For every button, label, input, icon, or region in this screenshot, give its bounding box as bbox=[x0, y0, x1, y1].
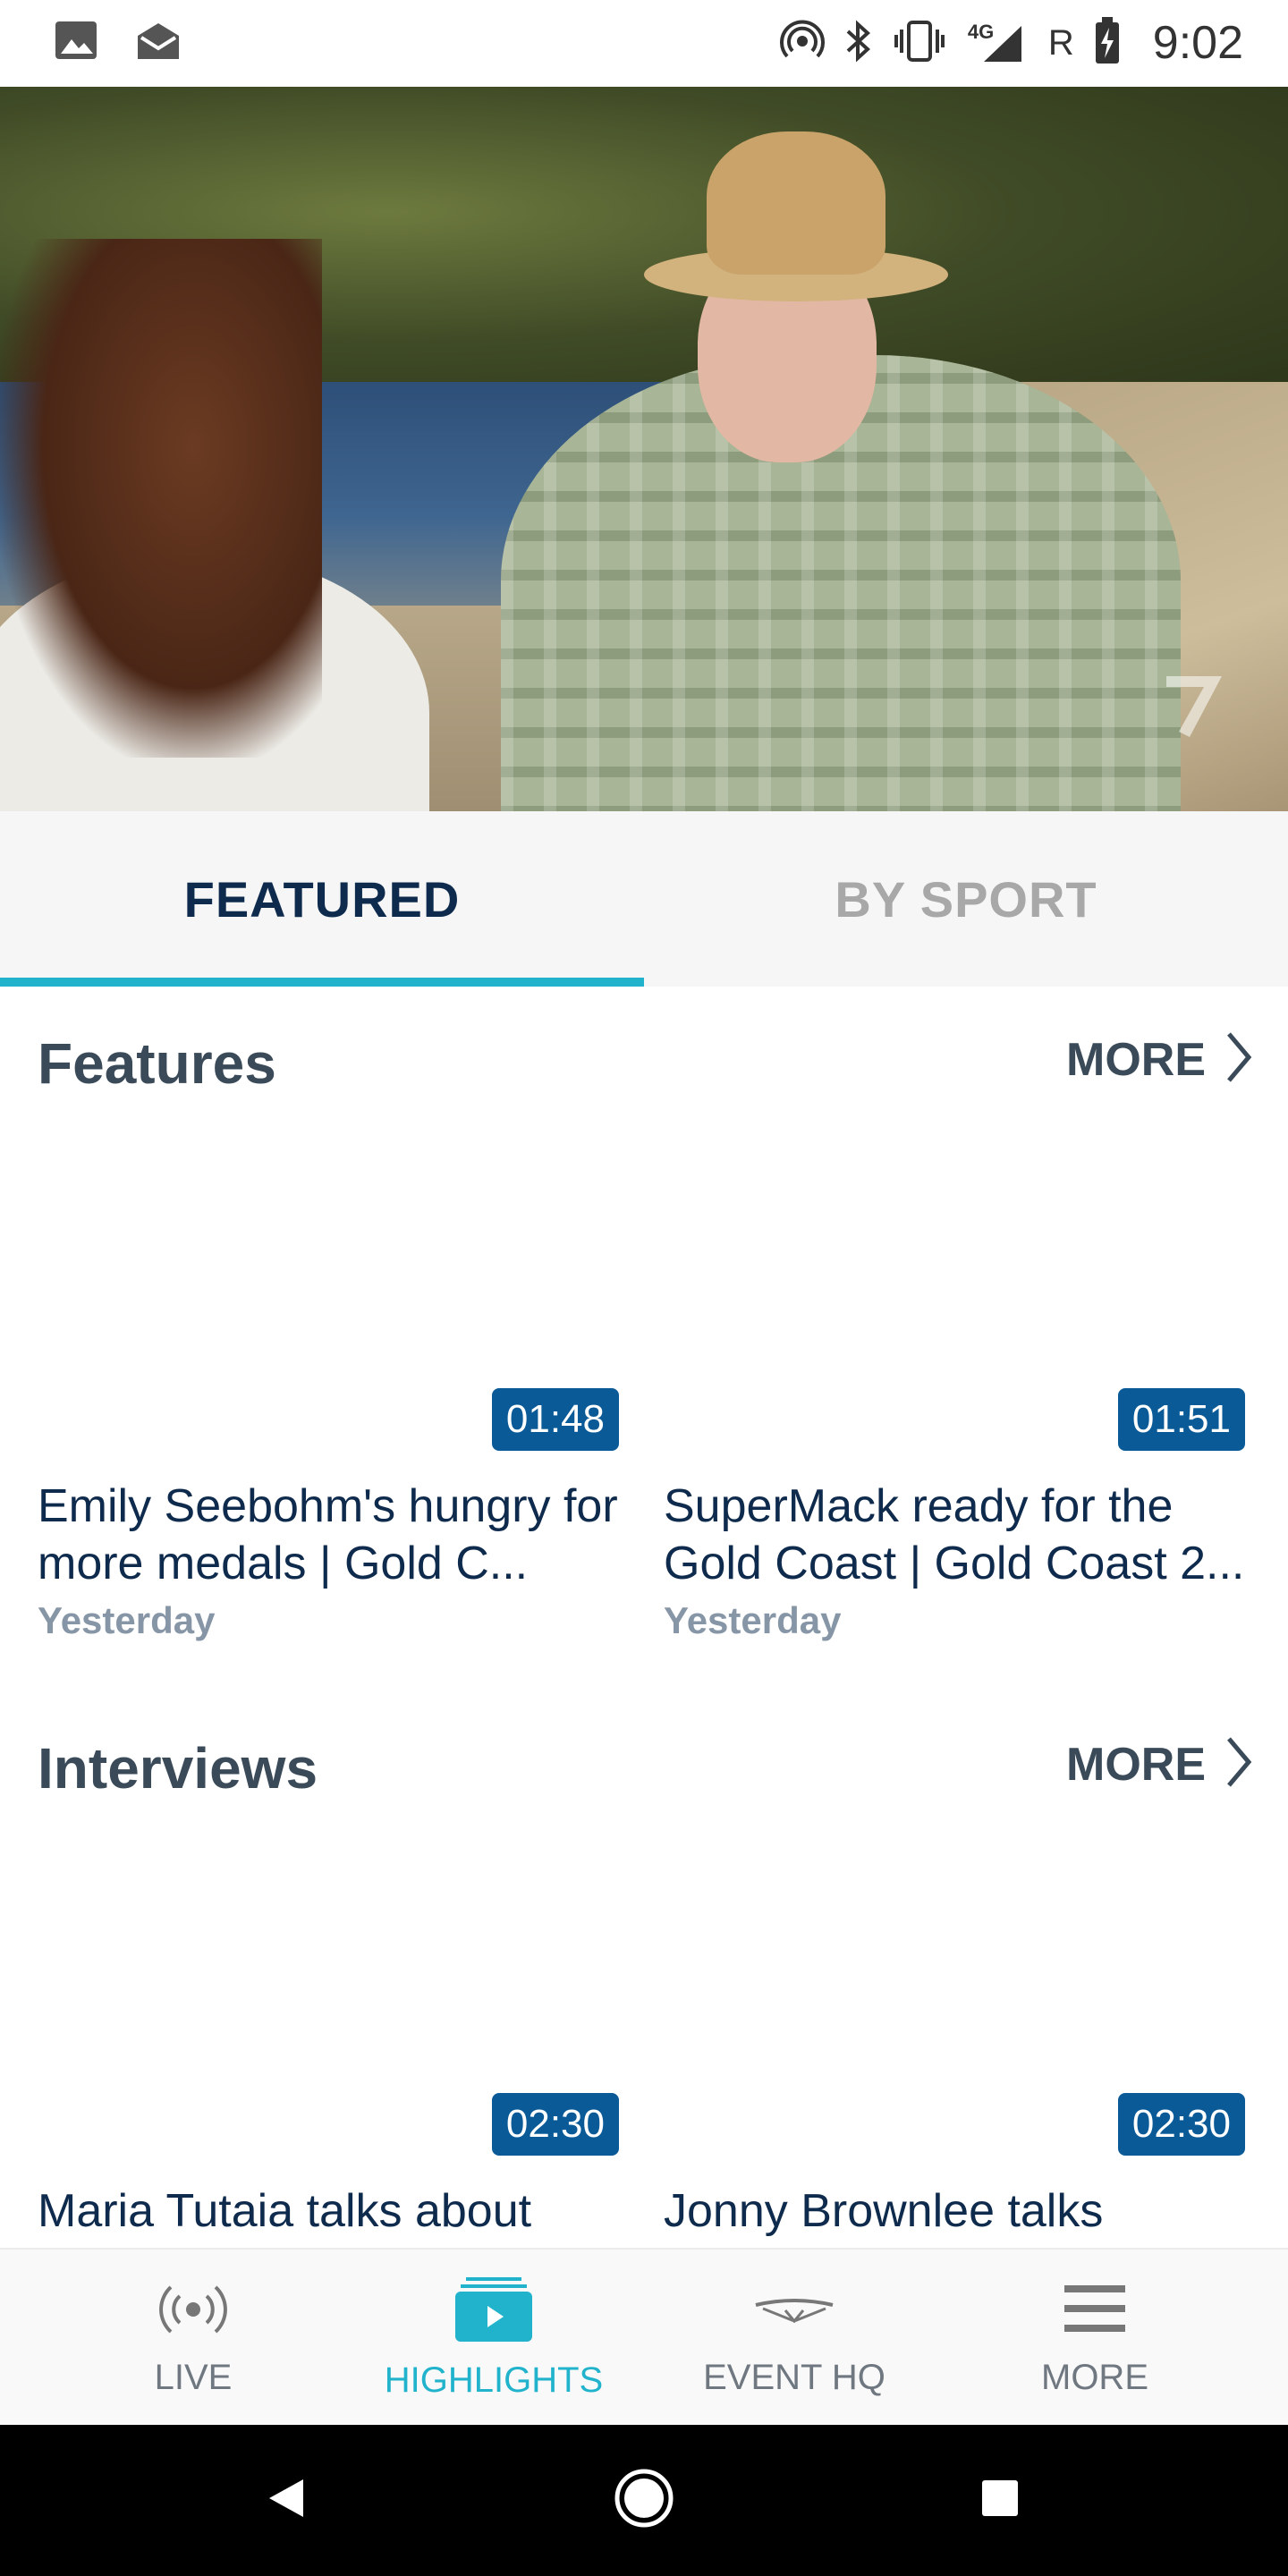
video-card[interactable]: 02:30 Maria Tutaia talks about bbox=[38, 1816, 619, 2240]
roaming-indicator: R bbox=[1047, 22, 1074, 63]
video-title: SuperMack ready for the Gold Coast | Gol… bbox=[664, 1480, 1245, 1589]
recents-square-icon bbox=[979, 2477, 1021, 2524]
hero-person-left-hair bbox=[0, 239, 322, 758]
hero-video-image[interactable] bbox=[0, 87, 1288, 811]
duration-badge: 02:30 bbox=[491, 2093, 619, 2156]
signal-icon: 4G bbox=[966, 21, 1029, 65]
nav-highlights-label: HIGHLIGHTS bbox=[384, 2360, 604, 2400]
chevron-right-icon bbox=[1225, 1030, 1252, 1089]
chevron-right-icon bbox=[1225, 1735, 1252, 1793]
video-date: Yesterday bbox=[38, 1599, 216, 1641]
video-thumbnail: 02:30 bbox=[38, 1816, 619, 2156]
video-thumbnail: 01:51 bbox=[664, 1111, 1245, 1451]
mail-icon bbox=[134, 20, 182, 65]
nav-event-hq-label: EVENT HQ bbox=[703, 2358, 886, 2397]
hotspot-icon bbox=[779, 19, 825, 68]
battery-charging-icon bbox=[1094, 16, 1121, 70]
video-title: Jonny Brownlee talks bbox=[664, 2185, 1104, 2237]
features-more-button[interactable]: MORE bbox=[1066, 1030, 1252, 1089]
bluetooth-icon bbox=[844, 19, 873, 68]
tab-bar: FEATURED BY SPORT bbox=[0, 811, 1288, 987]
nav-highlights[interactable]: HIGHLIGHTS bbox=[360, 2250, 628, 2427]
nav-more-label: MORE bbox=[1041, 2358, 1148, 2397]
nav-more[interactable]: MORE bbox=[961, 2250, 1229, 2427]
section-title-features: Features bbox=[38, 1031, 276, 1096]
section-title-interviews: Interviews bbox=[38, 1736, 318, 1801]
video-play-icon bbox=[453, 2275, 534, 2348]
system-navigation-bar bbox=[0, 2425, 1288, 2576]
duration-badge: 01:48 bbox=[491, 1388, 619, 1451]
interviews-more-button[interactable]: MORE bbox=[1066, 1735, 1252, 1793]
active-tab-indicator bbox=[0, 978, 644, 987]
tab-featured[interactable]: FEATURED bbox=[0, 811, 644, 987]
nav-event-hq[interactable]: EVENT HQ bbox=[660, 2250, 928, 2427]
video-title: Emily Seebohm's hungry for more medals |… bbox=[38, 1480, 618, 1589]
more-label: MORE bbox=[1066, 1738, 1206, 1791]
event-logo-icon bbox=[754, 2278, 835, 2345]
home-circle-icon bbox=[613, 2467, 675, 2534]
video-date: Yesterday bbox=[664, 1599, 842, 1641]
bottom-navigation: LIVE HIGHLIGHTS EVENT HQ MORE bbox=[0, 2248, 1288, 2427]
broadcast-icon bbox=[153, 2278, 233, 2345]
vibrate-icon bbox=[893, 19, 946, 68]
video-title: Maria Tutaia talks about bbox=[38, 2185, 532, 2237]
video-card[interactable]: 02:30 Jonny Brownlee talks bbox=[664, 1816, 1245, 2240]
tab-by-sport[interactable]: BY SPORT bbox=[644, 811, 1288, 987]
back-button[interactable] bbox=[242, 2425, 331, 2576]
hero-hat-top bbox=[707, 131, 886, 275]
menu-icon bbox=[1059, 2278, 1131, 2345]
more-label: MORE bbox=[1066, 1033, 1206, 1086]
recents-button[interactable] bbox=[955, 2425, 1045, 2576]
status-time: 9:02 bbox=[1152, 17, 1243, 69]
channel-7-logo bbox=[1163, 669, 1225, 758]
status-bar: 4G R 9:02 bbox=[0, 0, 1288, 87]
back-triangle-icon bbox=[264, 2476, 309, 2525]
video-card[interactable]: 01:51 SuperMack ready for the Gold Coast… bbox=[664, 1111, 1245, 1642]
duration-badge: 02:30 bbox=[1117, 2093, 1245, 2156]
image-icon bbox=[54, 20, 98, 65]
video-thumbnail: 01:48 bbox=[38, 1111, 619, 1451]
video-thumbnail: 02:30 bbox=[664, 1816, 1245, 2156]
video-card[interactable]: 01:48 Emily Seebohm's hungry for more me… bbox=[38, 1111, 619, 1642]
nav-live[interactable]: LIVE bbox=[59, 2250, 327, 2427]
home-button[interactable] bbox=[599, 2425, 689, 2576]
duration-badge: 01:51 bbox=[1117, 1388, 1245, 1451]
nav-live-label: LIVE bbox=[154, 2358, 233, 2397]
